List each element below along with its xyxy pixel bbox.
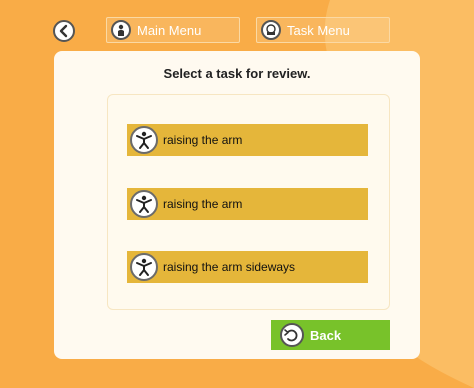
- task-label: raising the arm sideways: [163, 260, 296, 274]
- task-label: raising the arm: [163, 133, 243, 147]
- stick-figure-icon: [130, 253, 158, 281]
- main-menu-label: Main Menu: [137, 22, 202, 38]
- task-menu-icon: [261, 20, 281, 40]
- back-arrow-icon: [59, 24, 68, 38]
- stick-figure-icon: [130, 126, 158, 154]
- task-menu-button[interactable]: Task Menu: [256, 17, 390, 43]
- task-label: raising the arm: [163, 197, 243, 211]
- undo-arrow-icon: [280, 323, 304, 347]
- task-button-1[interactable]: raising the arm: [127, 124, 368, 156]
- back-button-label: Back: [310, 327, 342, 343]
- person-icon: [111, 20, 131, 40]
- top-navigation-bar: Main Menu Task Menu: [0, 0, 474, 44]
- nav-back-button[interactable]: [53, 20, 75, 42]
- task-menu-label: Task Menu: [287, 22, 350, 38]
- page-title: Select a task for review.: [163, 66, 311, 81]
- stick-figure-icon: [130, 190, 158, 218]
- main-menu-button[interactable]: Main Menu: [106, 17, 240, 43]
- task-button-3[interactable]: raising the arm sideways: [127, 251, 368, 283]
- task-button-2[interactable]: raising the arm: [127, 188, 368, 220]
- back-button[interactable]: Back: [271, 320, 390, 350]
